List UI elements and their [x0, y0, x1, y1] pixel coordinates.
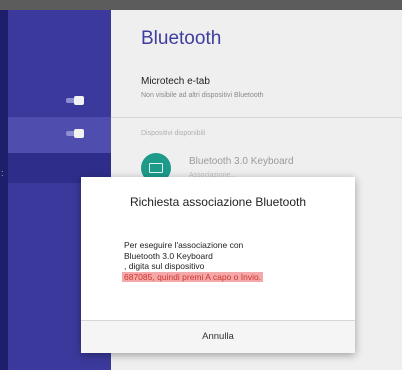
dialog-footer: Annulla — [81, 321, 355, 353]
cancel-button[interactable]: Annulla — [81, 321, 355, 353]
edge-mark: : — [1, 168, 4, 178]
toggle-switch[interactable] — [66, 96, 84, 105]
device-name[interactable]: Microtech e-tab — [141, 76, 210, 87]
pairing-code-instruction: 687085, quindi premi A capo o Invio. — [122, 271, 264, 282]
page-title: Bluetooth — [141, 28, 222, 49]
pairing-dialog: Richiesta associazione Bluetooth Per ese… — [81, 177, 355, 353]
left-edge: : — [0, 10, 8, 370]
message-device-name: Bluetooth 3.0 Keyboard — [124, 250, 213, 261]
keyboard-glyph — [149, 163, 163, 173]
toggle-thumb — [74, 96, 84, 105]
toggle-thumb — [74, 129, 84, 138]
top-frame — [0, 0, 402, 10]
dialog-message: Per eseguire l'associazione con Bluetoot… — [122, 240, 344, 282]
bluetooth-toggle-switch[interactable] — [66, 129, 84, 138]
section-label: Dispositivi disponibili — [141, 130, 206, 137]
divider — [111, 117, 402, 118]
device-visibility: Non visibile ad altri dispositivi Blueto… — [141, 92, 264, 99]
selected-nav-row[interactable] — [8, 117, 111, 153]
available-device-name[interactable]: Bluetooth 3.0 Keyboard — [189, 156, 294, 167]
message-line: , digita sul dispositivo — [124, 261, 205, 271]
message-line: Per eseguire l'associazione con — [124, 240, 244, 250]
dialog-title: Richiesta associazione Bluetooth — [129, 195, 307, 209]
